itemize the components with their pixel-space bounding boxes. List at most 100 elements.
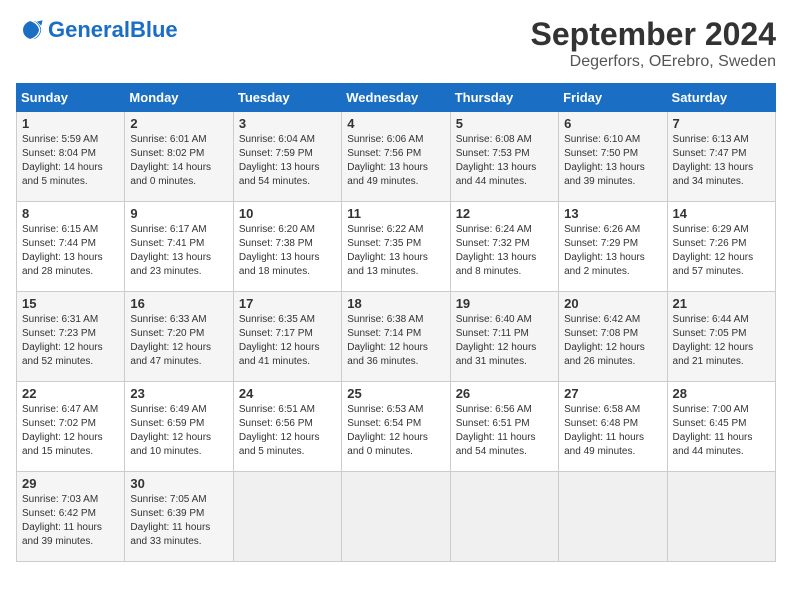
- day-number: 28: [673, 386, 770, 401]
- day-number: 17: [239, 296, 336, 311]
- day-info: Sunrise: 6:24 AMSunset: 7:32 PMDaylight:…: [456, 223, 553, 279]
- day-info: Sunrise: 7:05 AMSunset: 6:39 PMDaylight:…: [130, 493, 227, 549]
- day-number: 20: [564, 296, 661, 311]
- day-info: Sunrise: 6:31 AMSunset: 7:23 PMDaylight:…: [22, 313, 119, 369]
- calendar-cell: 13 Sunrise: 6:26 AMSunset: 7:29 PMDayligh…: [559, 202, 667, 292]
- day-info: Sunrise: 6:38 AMSunset: 7:14 PMDaylight:…: [347, 313, 444, 369]
- calendar-row: 15 Sunrise: 6:31 AMSunset: 7:23 PMDayligh…: [17, 292, 776, 382]
- column-header-sunday: Sunday: [17, 84, 125, 112]
- day-number: 5: [456, 116, 553, 131]
- calendar-cell: 18 Sunrise: 6:38 AMSunset: 7:14 PMDayligh…: [342, 292, 450, 382]
- day-info: Sunrise: 6:06 AMSunset: 7:56 PMDaylight:…: [347, 133, 444, 189]
- calendar-cell: 1 Sunrise: 5:59 AMSunset: 8:04 PMDaylight…: [17, 112, 125, 202]
- column-header-saturday: Saturday: [667, 84, 775, 112]
- calendar-cell: 26 Sunrise: 6:56 AMSunset: 6:51 PMDayligh…: [450, 382, 558, 472]
- day-info: Sunrise: 7:00 AMSunset: 6:45 PMDaylight:…: [673, 403, 770, 459]
- day-info: Sunrise: 6:04 AMSunset: 7:59 PMDaylight:…: [239, 133, 336, 189]
- calendar-row: 29Sunrise: 7:03 AMSunset: 6:42 PMDayligh…: [17, 472, 776, 562]
- day-number: 15: [22, 296, 119, 311]
- day-info: Sunrise: 6:10 AMSunset: 7:50 PMDaylight:…: [564, 133, 661, 189]
- calendar-cell: 2Sunrise: 6:01 AMSunset: 8:02 PMDaylight…: [125, 112, 233, 202]
- day-number: 6: [564, 116, 661, 131]
- calendar-cell: 8Sunrise: 6:15 AMSunset: 7:44 PMDaylight…: [17, 202, 125, 292]
- calendar-cell: 22 Sunrise: 6:47 AMSunset: 7:02 PMDayligh…: [17, 382, 125, 472]
- calendar-cell: 27Sunrise: 6:58 AMSunset: 6:48 PMDayligh…: [559, 382, 667, 472]
- day-info: Sunrise: 6:22 AMSunset: 7:35 PMDaylight:…: [347, 223, 444, 279]
- day-info: Sunrise: 6:42 AMSunset: 7:08 PMDaylight:…: [564, 313, 661, 369]
- day-number: 7: [673, 116, 770, 131]
- day-number: 27: [564, 386, 661, 401]
- day-info: Sunrise: 6:44 AMSunset: 7:05 PMDaylight:…: [673, 313, 770, 369]
- calendar-row: 22 Sunrise: 6:47 AMSunset: 7:02 PMDayligh…: [17, 382, 776, 472]
- day-number: 14: [673, 206, 770, 221]
- calendar-cell: 19Sunrise: 6:40 AMSunset: 7:11 PMDayligh…: [450, 292, 558, 382]
- location: Degerfors, OErebro, Sweden: [531, 53, 776, 71]
- day-number: 19: [456, 296, 553, 311]
- header-row: SundayMondayTuesdayWednesdayThursdayFrid…: [17, 84, 776, 112]
- calendar-cell: 15 Sunrise: 6:31 AMSunset: 7:23 PMDayligh…: [17, 292, 125, 382]
- day-info: Sunrise: 6:13 AMSunset: 7:47 PMDaylight:…: [673, 133, 770, 189]
- calendar-cell: 25 Sunrise: 6:53 AMSunset: 6:54 PMDayligh…: [342, 382, 450, 472]
- calendar-cell: [667, 472, 775, 562]
- day-info: Sunrise: 6:08 AMSunset: 7:53 PMDaylight:…: [456, 133, 553, 189]
- calendar-body: 1 Sunrise: 5:59 AMSunset: 8:04 PMDaylight…: [17, 112, 776, 562]
- day-info: Sunrise: 6:26 AMSunset: 7:29 PMDaylight:…: [564, 223, 661, 279]
- day-number: 9: [130, 206, 227, 221]
- calendar-cell: [342, 472, 450, 562]
- calendar-cell: 23 Sunrise: 6:49 AMSunset: 6:59 PMDayligh…: [125, 382, 233, 472]
- calendar-table: SundayMondayTuesdayWednesdayThursdayFrid…: [16, 83, 776, 562]
- calendar-cell: 12 Sunrise: 6:24 AMSunset: 7:32 PMDayligh…: [450, 202, 558, 292]
- calendar-cell: 24Sunrise: 6:51 AMSunset: 6:56 PMDayligh…: [233, 382, 341, 472]
- calendar-cell: 17 Sunrise: 6:35 AMSunset: 7:17 PMDayligh…: [233, 292, 341, 382]
- day-number: 30: [130, 476, 227, 491]
- calendar-cell: 9 Sunrise: 6:17 AMSunset: 7:41 PMDaylight…: [125, 202, 233, 292]
- calendar-cell: 11 Sunrise: 6:22 AMSunset: 7:35 PMDayligh…: [342, 202, 450, 292]
- calendar-cell: 3 Sunrise: 6:04 AMSunset: 7:59 PMDaylight…: [233, 112, 341, 202]
- day-number: 25: [347, 386, 444, 401]
- calendar-cell: 10Sunrise: 6:20 AMSunset: 7:38 PMDayligh…: [233, 202, 341, 292]
- calendar-cell: 7 Sunrise: 6:13 AMSunset: 7:47 PMDaylight…: [667, 112, 775, 202]
- day-number: 13: [564, 206, 661, 221]
- day-number: 18: [347, 296, 444, 311]
- day-info: Sunrise: 6:35 AMSunset: 7:17 PMDaylight:…: [239, 313, 336, 369]
- calendar-cell: 21Sunrise: 6:44 AMSunset: 7:05 PMDayligh…: [667, 292, 775, 382]
- day-info: Sunrise: 5:59 AMSunset: 8:04 PMDaylight:…: [22, 133, 119, 189]
- day-info: Sunrise: 6:56 AMSunset: 6:51 PMDaylight:…: [456, 403, 553, 459]
- day-number: 16: [130, 296, 227, 311]
- column-header-thursday: Thursday: [450, 84, 558, 112]
- calendar-cell: 29Sunrise: 7:03 AMSunset: 6:42 PMDayligh…: [17, 472, 125, 562]
- day-number: 1: [22, 116, 119, 131]
- day-info: Sunrise: 6:49 AMSunset: 6:59 PMDaylight:…: [130, 403, 227, 459]
- day-number: 12: [456, 206, 553, 221]
- calendar-cell: 6 Sunrise: 6:10 AMSunset: 7:50 PMDaylight…: [559, 112, 667, 202]
- day-number: 4: [347, 116, 444, 131]
- day-number: 2: [130, 116, 227, 131]
- calendar-cell: [559, 472, 667, 562]
- day-number: 26: [456, 386, 553, 401]
- day-info: Sunrise: 6:53 AMSunset: 6:54 PMDaylight:…: [347, 403, 444, 459]
- calendar-cell: 20 Sunrise: 6:42 AMSunset: 7:08 PMDayligh…: [559, 292, 667, 382]
- month-title: September 2024: [531, 16, 776, 53]
- day-info: Sunrise: 6:15 AMSunset: 7:44 PMDaylight:…: [22, 223, 119, 279]
- calendar-cell: 30 Sunrise: 7:05 AMSunset: 6:39 PMDayligh…: [125, 472, 233, 562]
- calendar-row: 8Sunrise: 6:15 AMSunset: 7:44 PMDaylight…: [17, 202, 776, 292]
- calendar-cell: 4 Sunrise: 6:06 AMSunset: 7:56 PMDaylight…: [342, 112, 450, 202]
- calendar-row: 1 Sunrise: 5:59 AMSunset: 8:04 PMDaylight…: [17, 112, 776, 202]
- calendar-cell: [450, 472, 558, 562]
- day-info: Sunrise: 6:17 AMSunset: 7:41 PMDaylight:…: [130, 223, 227, 279]
- day-info: Sunrise: 6:33 AMSunset: 7:20 PMDaylight:…: [130, 313, 227, 369]
- column-header-tuesday: Tuesday: [233, 84, 341, 112]
- day-number: 22: [22, 386, 119, 401]
- column-header-wednesday: Wednesday: [342, 84, 450, 112]
- day-info: Sunrise: 6:47 AMSunset: 7:02 PMDaylight:…: [22, 403, 119, 459]
- day-number: 24: [239, 386, 336, 401]
- calendar-cell: [233, 472, 341, 562]
- day-number: 29: [22, 476, 119, 491]
- logo: GeneralBlue: [16, 16, 178, 44]
- day-number: 23: [130, 386, 227, 401]
- day-number: 11: [347, 206, 444, 221]
- day-info: Sunrise: 6:20 AMSunset: 7:38 PMDaylight:…: [239, 223, 336, 279]
- day-number: 3: [239, 116, 336, 131]
- calendar-cell: 5 Sunrise: 6:08 AMSunset: 7:53 PMDaylight…: [450, 112, 558, 202]
- logo-blue: Blue: [130, 17, 178, 42]
